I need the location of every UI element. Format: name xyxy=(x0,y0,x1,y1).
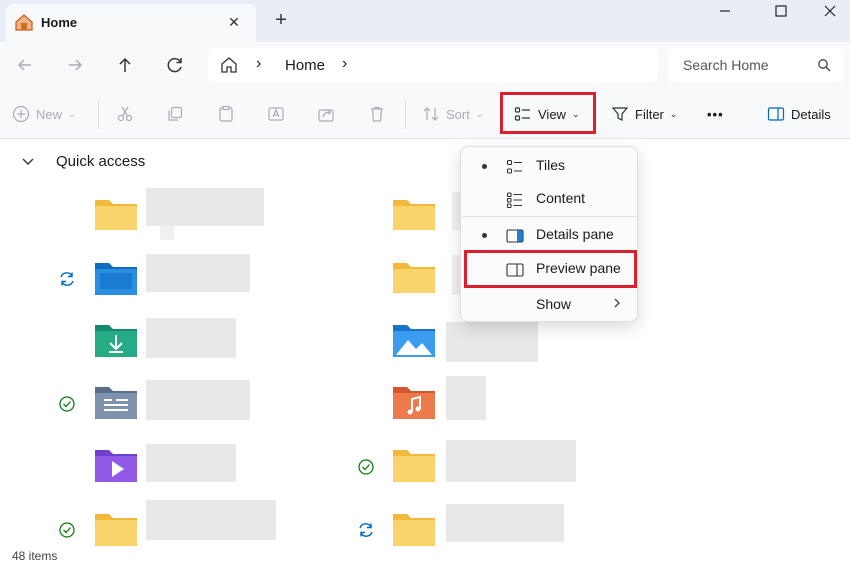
downloads-folder-icon[interactable] xyxy=(94,322,138,361)
title-bar: Home ✕ + xyxy=(0,0,850,42)
menu-item-label: Details pane xyxy=(536,226,614,242)
up-arrow-icon[interactable] xyxy=(112,52,138,78)
maximize-button[interactable] xyxy=(763,4,799,22)
home-icon xyxy=(14,13,34,34)
search-icon xyxy=(817,58,831,75)
desktop-folder-icon[interactable] xyxy=(94,260,138,299)
more-options-button[interactable]: ••• xyxy=(707,89,724,139)
content-view-icon xyxy=(506,191,524,212)
blurred-label xyxy=(146,500,276,540)
blurred-label xyxy=(146,318,236,358)
details-label: Details xyxy=(791,106,831,122)
menu-item-label: Show xyxy=(536,296,572,312)
address-bar[interactable]: › Home › xyxy=(208,48,658,82)
blurred-label xyxy=(146,444,236,482)
address-row: › Home › Search Home xyxy=(0,42,850,89)
pictures-folder-icon[interactable] xyxy=(392,322,436,361)
close-icon[interactable]: ✕ xyxy=(224,12,244,32)
menu-item-label: Tiles xyxy=(536,157,566,173)
menu-item-label: Content xyxy=(536,190,586,206)
synced-check-icon xyxy=(58,521,76,542)
close-window-button[interactable] xyxy=(812,4,848,22)
new-label: New xyxy=(36,106,63,122)
refresh-icon[interactable] xyxy=(162,52,188,78)
blurred-label xyxy=(446,440,576,482)
sort-button[interactable]: Sort ⌄ xyxy=(422,89,483,139)
chevron-down-icon: ⌄ xyxy=(68,108,76,119)
new-button[interactable]: New ⌄ xyxy=(12,89,76,139)
blurred-label xyxy=(446,504,564,542)
chevron-right-icon xyxy=(611,297,623,312)
filter-button[interactable]: Filter ⌄ xyxy=(611,89,677,139)
folder-icon[interactable] xyxy=(392,258,436,297)
folder-icon[interactable] xyxy=(392,447,436,486)
divider xyxy=(405,99,406,129)
synced-check-icon xyxy=(357,458,375,479)
blurred-label xyxy=(160,226,174,240)
breadcrumb-home[interactable]: Home xyxy=(285,57,325,74)
search-input[interactable]: Search Home xyxy=(668,48,844,82)
share-icon[interactable] xyxy=(317,89,335,139)
details-pane-icon xyxy=(506,227,524,248)
tab-title: Home xyxy=(41,15,78,30)
sync-icon xyxy=(357,521,375,542)
forward-arrow-icon[interactable] xyxy=(62,52,88,78)
status-item-count: 48 items xyxy=(12,549,58,563)
sort-label: Sort xyxy=(446,106,470,122)
paste-icon[interactable] xyxy=(217,89,235,139)
divider xyxy=(98,99,99,129)
copy-icon[interactable] xyxy=(166,89,184,139)
chevron-down-icon: ⌄ xyxy=(669,108,678,119)
menu-item-tiles[interactable]: Tiles xyxy=(461,151,639,181)
preview-pane-highlight-box xyxy=(464,250,637,288)
folder-icon[interactable] xyxy=(392,195,436,234)
folder-icon[interactable] xyxy=(94,511,138,550)
blurred-label xyxy=(446,322,538,362)
sync-icon xyxy=(58,270,76,291)
filter-icon xyxy=(611,107,629,121)
filter-label: Filter xyxy=(635,106,664,122)
details-pane-icon xyxy=(767,107,785,121)
view-highlight-box xyxy=(500,92,596,134)
chevron-down-icon: ⌄ xyxy=(475,108,484,119)
minimize-button[interactable] xyxy=(707,4,743,22)
chevron-down-icon[interactable] xyxy=(20,153,36,172)
selected-bullet-icon xyxy=(482,233,487,238)
breadcrumb-separator[interactable]: › xyxy=(256,55,261,73)
rename-icon[interactable] xyxy=(267,89,285,139)
selected-bullet-icon xyxy=(482,164,487,169)
folder-icon[interactable] xyxy=(392,511,436,550)
command-bar: New ⌄ Sort ⌄ View ⌄ Filter ⌄ ••• Details xyxy=(0,89,850,139)
menu-divider xyxy=(462,216,638,217)
blurred-label xyxy=(146,254,250,292)
blurred-label xyxy=(146,380,250,420)
cut-icon[interactable] xyxy=(116,89,134,139)
details-button[interactable]: Details xyxy=(767,89,831,139)
documents-folder-icon[interactable] xyxy=(94,384,138,423)
tiles-icon xyxy=(506,158,524,179)
home-outline-icon[interactable] xyxy=(220,56,238,77)
back-arrow-icon[interactable] xyxy=(12,52,38,78)
menu-item-show[interactable]: Show xyxy=(461,290,639,320)
breadcrumb-separator[interactable]: › xyxy=(342,55,347,73)
menu-item-content[interactable]: Content xyxy=(461,184,639,214)
sort-icon xyxy=(423,107,439,121)
blurred-label xyxy=(146,188,264,226)
blurred-label xyxy=(446,376,486,420)
search-placeholder: Search Home xyxy=(683,57,769,73)
tab-home[interactable]: Home ✕ xyxy=(6,4,256,42)
section-title-quick-access[interactable]: Quick access xyxy=(56,153,145,170)
delete-icon[interactable] xyxy=(368,89,386,139)
videos-folder-icon[interactable] xyxy=(94,447,138,486)
folder-icon[interactable] xyxy=(94,195,138,234)
new-tab-button[interactable]: + xyxy=(270,9,292,31)
view-dropdown-menu: Tiles Content Details pane Preview pane … xyxy=(460,146,638,322)
add-icon xyxy=(12,105,30,123)
music-folder-icon[interactable] xyxy=(392,384,436,423)
synced-check-icon xyxy=(58,395,76,416)
menu-item-details-pane[interactable]: Details pane xyxy=(461,220,639,250)
